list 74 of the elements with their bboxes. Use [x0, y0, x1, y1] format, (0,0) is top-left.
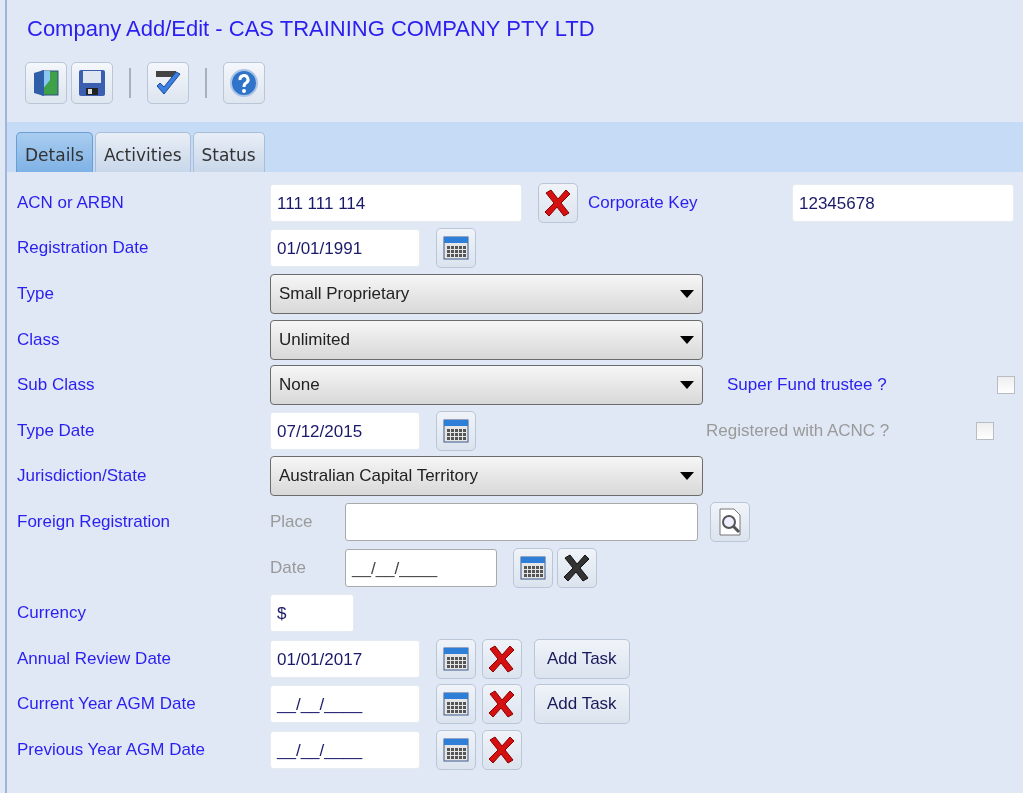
- clear-button[interactable]: [482, 729, 522, 770]
- calendar-button[interactable]: [436, 684, 476, 725]
- clear-button[interactable]: [482, 638, 522, 679]
- save-icon: [78, 69, 106, 97]
- field-label: Foreign Registration: [17, 511, 172, 532]
- field-label: Date: [270, 557, 307, 578]
- field-label: Registration Date: [17, 238, 150, 259]
- close-icon: [487, 689, 517, 720]
- calendar-icon: [520, 555, 546, 580]
- field-label: Sub Class: [17, 375, 96, 396]
- date-field[interactable]: 01/01/1991: [270, 229, 420, 268]
- field-label: Class: [17, 329, 61, 350]
- text-field[interactable]: 12345678: [792, 183, 1014, 222]
- text-field[interactable]: 111 111 114: [270, 183, 522, 222]
- dropdown-caret-icon: [680, 472, 694, 481]
- calendar-button[interactable]: [513, 547, 553, 588]
- calendar-icon: [443, 236, 469, 261]
- dropdown-value: Small Proprietary: [279, 284, 410, 304]
- tab[interactable]: Details: [16, 132, 93, 172]
- close-icon: [543, 187, 573, 218]
- dropdown-value: Australian Capital Territory: [279, 466, 479, 487]
- text-field[interactable]: [345, 502, 698, 541]
- dropdown-value: Unlimited: [279, 329, 350, 350]
- dropdown-caret-icon: [680, 335, 694, 344]
- text-field[interactable]: $: [270, 594, 354, 633]
- date-field[interactable]: 07/12/2015: [270, 411, 420, 450]
- dropdown[interactable]: Small Proprietary: [270, 274, 703, 314]
- tab[interactable]: Activities: [94, 132, 191, 172]
- add-task-button[interactable]: Add Task: [534, 684, 630, 725]
- calendar-icon: [443, 418, 469, 443]
- date-field[interactable]: __/__/____: [270, 730, 420, 769]
- field-label: Current Year AGM Date: [17, 694, 197, 715]
- date-field[interactable]: 01/01/2017: [270, 639, 420, 678]
- field-label: Previous Year AGM Date: [17, 739, 207, 760]
- checkbox-label: Registered with ACNC ?: [706, 420, 891, 441]
- window-title: Company Add/Edit - CAS TRAINING COMPANY PTY LTD: [26, 15, 596, 43]
- dropdown[interactable]: Australian Capital Territory: [270, 456, 703, 497]
- calendar-icon: [443, 692, 469, 717]
- field-label: Currency: [17, 603, 87, 624]
- dropdown-caret-icon: [680, 290, 694, 298]
- field-label: Annual Review Date: [17, 648, 173, 669]
- clear-button[interactable]: [482, 684, 522, 725]
- calendar-button[interactable]: [436, 410, 476, 451]
- field-label: ACN or ARBN: [17, 192, 125, 213]
- dropdown-caret-icon: [680, 381, 694, 390]
- field-label: Corporate Key: [588, 192, 699, 213]
- toolbar-button[interactable]: [71, 62, 113, 104]
- help-icon: [229, 68, 259, 98]
- clear-button[interactable]: [538, 182, 578, 223]
- calendar-icon: [443, 737, 469, 762]
- field-label: Place: [270, 511, 314, 532]
- dropdown-value: None: [279, 375, 320, 396]
- checkbox[interactable]: [997, 376, 1015, 395]
- close-icon: [562, 552, 592, 583]
- dropdown[interactable]: None: [270, 365, 703, 406]
- calendar-icon: [443, 646, 469, 671]
- clear-button[interactable]: [557, 547, 597, 588]
- field-label: Jurisdiction/State: [17, 466, 148, 487]
- close-icon: [487, 643, 517, 674]
- add-task-button[interactable]: Add Task: [534, 638, 630, 679]
- calendar-button[interactable]: [436, 228, 476, 269]
- field-label: Type Date: [17, 420, 96, 441]
- close-icon: [487, 734, 517, 765]
- calendar-button[interactable]: [436, 638, 476, 679]
- exit-door-icon: [32, 68, 60, 98]
- checkbox-label: Super Fund trustee ?: [727, 375, 888, 396]
- dropdown[interactable]: Unlimited: [270, 319, 703, 360]
- calendar-button[interactable]: [436, 729, 476, 770]
- search-icon: [717, 507, 743, 536]
- tab[interactable]: Status: [192, 132, 265, 172]
- toolbar-button[interactable]: [147, 62, 189, 104]
- search-button[interactable]: [710, 501, 750, 542]
- date-field[interactable]: __/__/____: [270, 685, 420, 724]
- field-label: Type: [17, 284, 55, 304]
